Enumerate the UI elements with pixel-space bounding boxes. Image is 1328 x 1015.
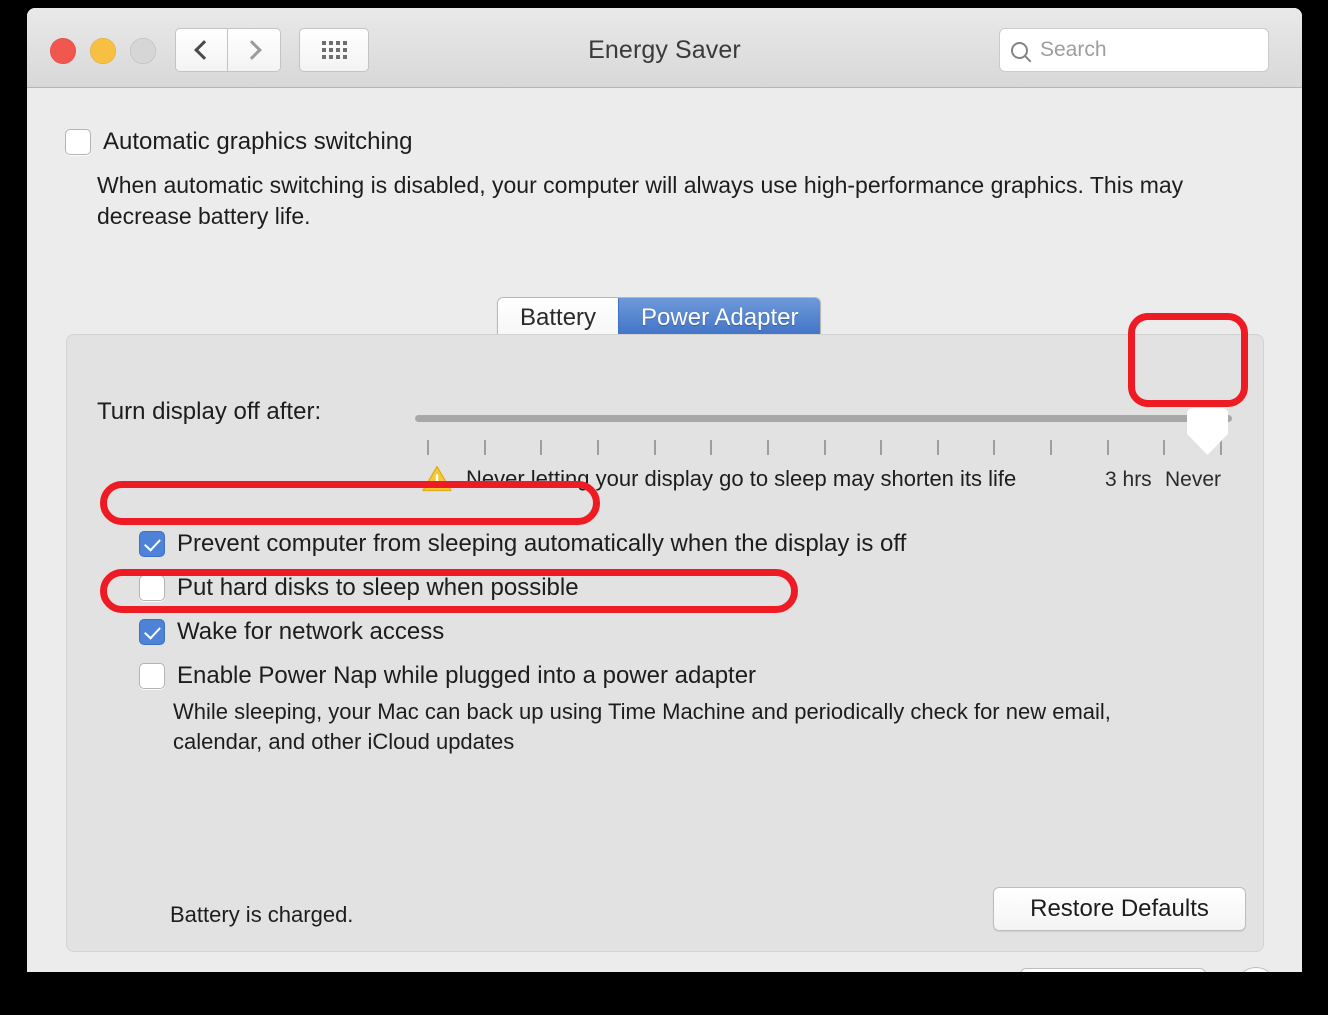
tab-battery[interactable]: Battery — [498, 298, 619, 338]
display-sleep-warning: Never letting your display go to sleep m… — [422, 465, 1016, 492]
automatic-graphics-switching-checkbox[interactable] — [65, 129, 91, 155]
turn-display-off-label: Turn display off after: — [97, 398, 322, 425]
battery-status-text: Battery is charged. — [170, 902, 354, 927]
slider-tick — [427, 440, 429, 455]
power-source-tabs[interactable]: Battery Power Adapter — [497, 297, 822, 339]
schedule-button[interactable]: Schedule... — [1020, 968, 1206, 972]
wake-for-network-access-label: Wake for network access — [177, 618, 445, 645]
restore-defaults-button[interactable]: Restore Defaults — [993, 887, 1246, 931]
search-field[interactable] — [999, 28, 1269, 72]
slider-tick — [1163, 440, 1166, 455]
display-sleep-slider-track[interactable] — [415, 415, 1232, 422]
option-row-wake-for-network[interactable]: Wake for network access — [139, 618, 444, 646]
power-nap-description: While sleeping, your Mac can back up usi… — [173, 699, 1111, 755]
slider-tick — [1050, 440, 1053, 455]
slider-tick — [880, 440, 883, 455]
slider-tick — [823, 440, 826, 455]
slider-tick — [710, 440, 713, 455]
option-row-prevent-sleep[interactable]: Prevent computer from sleeping automatic… — [139, 530, 906, 558]
slider-tick — [540, 440, 543, 455]
automatic-graphics-switching-description: When automatic switching is disabled, yo… — [97, 172, 1184, 230]
enable-power-nap-checkbox[interactable] — [139, 663, 165, 689]
help-button[interactable]: ? — [1236, 967, 1276, 972]
slider-tick — [766, 440, 769, 455]
slider-tick — [483, 440, 486, 455]
search-input[interactable] — [1038, 37, 1248, 63]
preferences-body: Automatic graphics switching When automa… — [27, 88, 1302, 972]
automatic-graphics-switching-label: Automatic graphics switching — [103, 128, 413, 155]
slider-tick — [936, 440, 939, 455]
slider-tick — [596, 440, 599, 455]
prevent-computer-sleeping-label: Prevent computer from sleeping automatic… — [177, 530, 907, 557]
automatic-graphics-switching-row[interactable]: Automatic graphics switching — [65, 128, 412, 156]
slider-label-never: Never — [1165, 468, 1222, 491]
slider-label-3-hours: 3 hrs — [1105, 468, 1152, 491]
enable-power-nap-label: Enable Power Nap while plugged into a po… — [177, 662, 757, 689]
warning-triangle-icon — [422, 465, 452, 492]
option-row-power-nap[interactable]: Enable Power Nap while plugged into a po… — [139, 662, 756, 690]
power-adapter-panel: Turn display off after: Never letting yo… — [66, 334, 1264, 952]
option-row-hard-disks-sleep[interactable]: Put hard disks to sleep when possible — [139, 574, 579, 602]
slider-tick — [653, 440, 656, 455]
slider-tick — [1106, 440, 1109, 455]
energy-saver-window: Energy Saver Automatic graphics switchin… — [27, 8, 1302, 972]
slider-tick — [993, 440, 996, 455]
prevent-computer-sleeping-checkbox[interactable] — [139, 531, 165, 557]
wake-for-network-access-checkbox[interactable] — [139, 619, 165, 645]
display-sleep-slider-ticks — [415, 440, 1232, 456]
window-titlebar: Energy Saver — [27, 8, 1302, 88]
display-sleep-warning-text: Never letting your display go to sleep m… — [466, 465, 1017, 491]
put-hard-disks-to-sleep-label: Put hard disks to sleep when possible — [177, 574, 579, 601]
slider-tick — [1220, 440, 1222, 455]
tab-power-adapter[interactable]: Power Adapter — [618, 298, 821, 338]
put-hard-disks-to-sleep-checkbox[interactable] — [139, 575, 165, 601]
search-icon — [1011, 41, 1028, 59]
